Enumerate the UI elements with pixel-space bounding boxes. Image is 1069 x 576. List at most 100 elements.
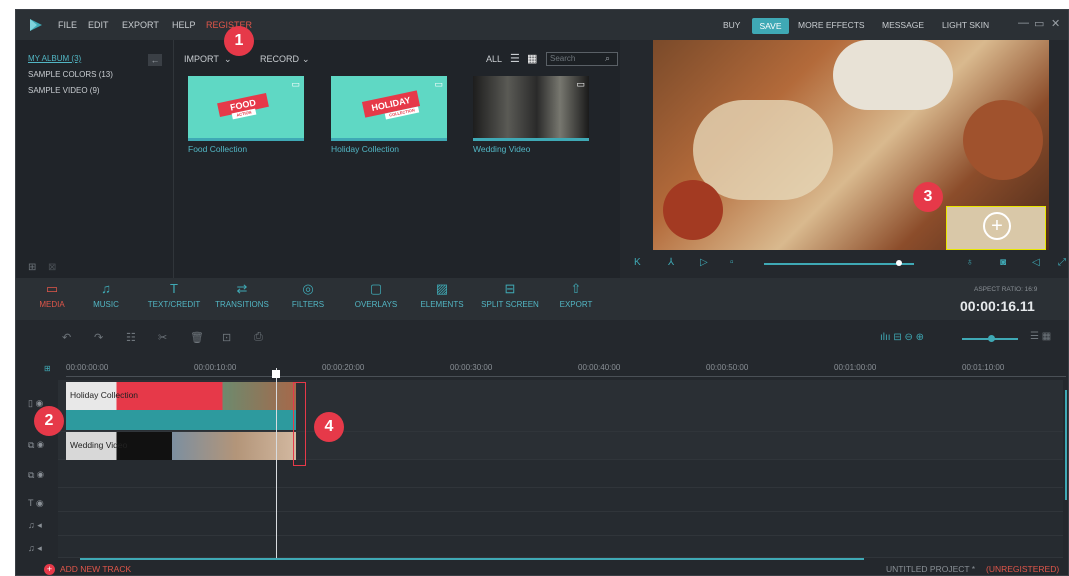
clip-label: Holiday Collection [70,390,139,400]
menu-help[interactable]: HELP [172,20,196,30]
clip-label: Wedding Video [70,440,128,450]
adjust-icon[interactable]: ☷ [126,331,136,344]
grid-view-icon[interactable]: ▦ [527,52,537,65]
callout-2: 2 [34,406,64,436]
title-bar: FILE EDIT EXPORT HELP REGISTER BUY SAVE … [16,10,1068,40]
ruler-tick: 00:00:40:00 [578,363,621,372]
music-track-icon: ♫ ◂ [28,543,42,553]
playback-progress[interactable] [764,263,914,265]
video-icon: ▭ [434,79,443,89]
holiday-clip[interactable]: Holiday Collection [66,382,296,410]
tool-transitions[interactable]: ⇄ TRANSITIONS [212,278,272,318]
buy-button[interactable]: BUY [723,20,740,30]
elements-icon: ▨ [435,281,449,296]
app-window: FILE EDIT EXPORT HELP REGISTER BUY SAVE … [15,9,1069,576]
delete-icon[interactable]: 🗑 [190,331,204,344]
zoom-knob[interactable] [988,335,995,342]
folder-icon: ▭ [45,281,59,296]
record-dropdown[interactable]: RECORD [260,54,299,64]
media-item-food[interactable]: FOOD ACTION ▭ Food Collection [188,76,304,154]
snapshot-icon[interactable]: ⎙ [254,331,263,344]
wedding-clip[interactable]: Wedding Video [66,432,296,460]
fullscreen-icon[interactable]: ⤢ [1058,257,1066,268]
media-label: Food Collection [188,144,248,154]
skip-back-icon[interactable]: K [634,257,641,268]
microphone-icon[interactable]: ♁ [966,257,974,268]
stop-icon[interactable]: ▫ [730,257,734,268]
vertical-scrollbar[interactable] [1065,390,1067,500]
minimize-icon[interactable]: — [1018,17,1029,29]
tool-label: TRANSITIONS [215,300,269,309]
volume-icon[interactable]: ◁ [1032,257,1040,268]
crop-icon[interactable]: ⊡ [222,331,231,344]
music-track [58,512,1063,536]
audio-mixer-icon[interactable]: ılıı ⊟ ⊖ ⊕ [880,332,924,343]
progress-knob[interactable] [896,260,902,266]
tool-label: MUSIC [93,300,119,309]
tool-label: ELEMENTS [420,300,464,309]
overlay-selection[interactable]: + [946,206,1046,250]
playhead[interactable] [276,368,277,558]
save-button[interactable]: SAVE [752,18,789,34]
chevron-down-icon: ⌄ [302,54,310,64]
more-effects-button[interactable]: MORE EFFECTS [798,20,865,30]
tool-export[interactable]: ⇧ EXPORT [546,278,606,318]
preview-panel: + [653,40,1049,250]
message-button[interactable]: MESSAGE [882,20,924,30]
media-item-holiday[interactable]: HOLIDAY COLLECTION ▭ Holiday Collection [331,76,447,154]
filter-all[interactable]: ALL [486,54,502,64]
tool-label: OVERLAYS [354,300,398,309]
overlay-track-icon: ⧉ ◉ [28,440,45,450]
trim-selection[interactable] [293,382,306,466]
text-track-icon: T ◉ [28,498,44,508]
thumb-bar [473,138,589,141]
split-screen-icon: ⊟ [504,281,516,296]
add-icon[interactable]: + [44,564,55,575]
tool-text-credit[interactable]: T TEXT/CREDIT [144,278,204,318]
text-icon: T [170,281,178,296]
move-icon[interactable]: + [983,212,1011,240]
menu-export[interactable]: EXPORT [122,20,159,30]
maximize-icon[interactable]: ▭ [1034,17,1044,30]
step-forward-icon[interactable]: ⅄ [668,257,674,268]
snapshot-icon[interactable]: ◙ [1000,257,1006,268]
media-item-wedding[interactable]: ▭ Wedding Video [473,76,589,154]
delete-folder-icon[interactable]: ⊠ [48,262,56,273]
list-view-icon[interactable]: ☰ [510,52,520,65]
add-new-track-button[interactable]: ADD NEW TRACK [60,564,131,574]
undo-icon[interactable]: ↶ [62,331,71,344]
tool-split-screen[interactable]: ⊟ SPLIT SCREEN [480,278,540,318]
tool-music[interactable]: ♫ MUSIC [76,278,136,318]
ruler-tick: 00:01:10:00 [962,363,1005,372]
new-folder-icon[interactable]: ⊞ [28,262,36,273]
tool-elements[interactable]: ▨ ELEMENTS [412,278,472,318]
close-icon[interactable]: ✕ [1051,17,1060,30]
music-track [58,536,1063,558]
thumb-bar [188,138,304,141]
menu-edit[interactable]: EDIT [88,20,109,30]
tool-overlays[interactable]: ▢ OVERLAYS [346,278,406,318]
menu-file[interactable]: FILE [58,20,77,30]
album-sample-colors[interactable]: SAMPLE COLORS (13) [28,70,113,79]
redo-icon[interactable]: ↷ [94,331,103,344]
album-my-album[interactable]: MY ALBUM (3) [28,54,81,63]
view-toggle-icon[interactable]: ☰ ▦ [1030,331,1051,342]
dish-shape [833,40,953,110]
tool-filters[interactable]: ◎ FILTERS [278,278,338,318]
unregistered-label: (UNREGISTERED) [986,564,1060,574]
music-track-icon: ♫ ◂ [28,520,42,530]
horizontal-scrollbar[interactable] [80,558,864,560]
food-thumbnail: FOOD ACTION ▭ [188,76,304,138]
tool-media[interactable]: ▭ MEDIA [22,278,82,318]
play-icon[interactable]: ▷ [700,257,708,268]
playhead-handle[interactable] [272,370,280,378]
track-settings-icon[interactable]: ⊞ [44,364,51,373]
import-dropdown[interactable]: IMPORT [184,54,219,64]
video-icon: ▭ [576,79,585,89]
album-sample-video[interactable]: SAMPLE VIDEO (9) [28,86,100,95]
collapse-arrow-icon[interactable]: ← [148,54,162,66]
tools-bar: ▭ MEDIA ♫ MUSIC T TEXT/CREDIT ⇄ TRANSITIONS … [16,278,1068,320]
cut-icon[interactable]: ✂ [158,331,167,344]
callout-1: 1 [224,26,254,56]
light-skin-button[interactable]: LIGHT SKIN [942,20,989,30]
